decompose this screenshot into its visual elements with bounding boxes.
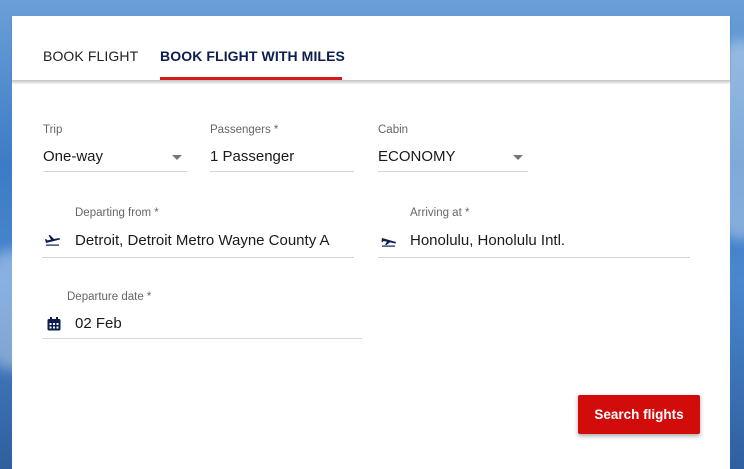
trip-select[interactable]: Trip One-way	[43, 124, 187, 174]
cabin-underline	[378, 171, 528, 172]
passengers-field[interactable]: Passengers * 1 Passenger	[210, 124, 354, 174]
departing-underline	[42, 257, 354, 258]
tab-book-flight[interactable]: BOOK FLIGHT	[43, 48, 138, 64]
search-flights-button[interactable]: Search flights	[578, 395, 700, 434]
passengers-value: 1 Passenger	[210, 148, 295, 165]
tab-book-flight-with-miles[interactable]: BOOK FLIGHT WITH MILES	[160, 48, 345, 64]
arriving-underline	[378, 257, 690, 258]
plane-takeoff-icon	[45, 235, 60, 246]
booking-card: BOOK FLIGHT BOOK FLIGHT WITH MILES Trip …	[12, 16, 730, 469]
booking-tabs: BOOK FLIGHT BOOK FLIGHT WITH MILES	[12, 16, 730, 81]
passengers-label: Passengers *	[210, 124, 279, 136]
arriving-label: Arriving at *	[410, 207, 470, 219]
arriving-value: Honolulu, Honolulu Intl.	[410, 232, 566, 249]
chevron-down-icon	[172, 155, 182, 160]
chevron-down-icon	[513, 155, 523, 160]
cabin-select[interactable]: Cabin ECONOMY	[378, 124, 528, 174]
cabin-value: ECONOMY	[378, 148, 456, 165]
passengers-underline	[210, 171, 354, 172]
plane-landing-icon	[381, 238, 396, 247]
departure-date-underline	[42, 338, 362, 339]
departure-date-value: 02 Feb	[75, 315, 122, 332]
trip-value: One-way	[43, 148, 104, 165]
departure-date-label: Departure date *	[67, 291, 152, 303]
trip-underline	[43, 171, 187, 172]
trip-label: Trip	[43, 124, 63, 136]
active-tab-indicator	[160, 77, 342, 80]
calendar-icon	[47, 317, 61, 331]
departing-from-field[interactable]: Departing from * Detroit, Detroit Metro …	[42, 207, 354, 259]
departing-value: Detroit, Detroit Metro Wayne County A	[75, 232, 330, 249]
arriving-at-field[interactable]: Arriving at * Honolulu, Honolulu Intl.	[378, 207, 690, 259]
departure-date-field[interactable]: Departure date * 02 Feb	[42, 291, 362, 341]
departing-label: Departing from *	[75, 207, 159, 219]
cabin-label: Cabin	[378, 124, 409, 136]
